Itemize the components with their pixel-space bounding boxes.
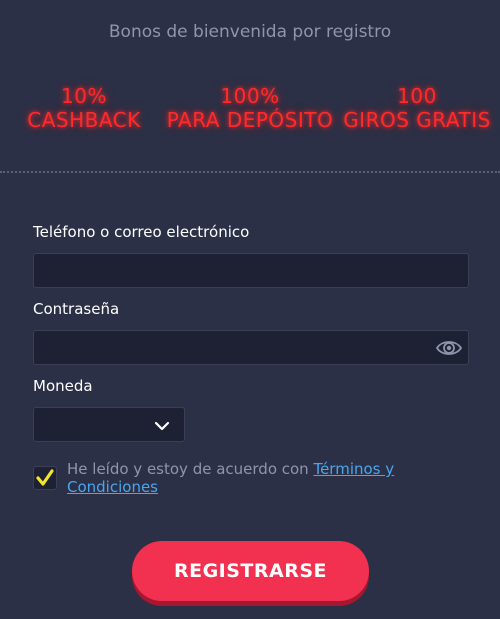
bonus-label: GIROS GRATIS	[343, 108, 491, 132]
bonus-value: 100%	[220, 84, 280, 108]
bonus-value: 100	[397, 84, 437, 108]
bonus-value: 10%	[61, 84, 107, 108]
page-title: Bonos de bienvenida por registro	[108, 22, 392, 42]
contact-field-label: Teléfono o correo electrónico	[33, 223, 250, 241]
section-divider	[0, 171, 500, 173]
bonus-deposit: 100% PARA DEPÓSITO	[162, 84, 338, 132]
chevron-down-icon	[154, 418, 170, 432]
registration-page: Bonos de bienvenida por registro 10% CAS…	[0, 0, 500, 619]
password-field-label: Contraseña	[33, 300, 120, 318]
register-button[interactable]: REGISTRARSE	[132, 541, 369, 601]
currency-select[interactable]	[33, 407, 185, 442]
terms-prefix: He leído y estoy de acuerdo con	[67, 460, 314, 478]
bonus-label: PARA DEPÓSITO	[166, 108, 334, 132]
password-input[interactable]	[33, 330, 469, 365]
terms-text: He leído y estoy de acuerdo con Términos…	[67, 460, 477, 496]
bonus-label: CASHBACK	[27, 108, 141, 132]
eye-icon[interactable]	[435, 338, 463, 358]
bonus-cashback: 10% CASHBACK	[24, 84, 144, 132]
bonus-free-spins: 100 GIROS GRATIS	[342, 84, 492, 132]
checkmark-icon	[36, 469, 54, 486]
currency-field-label: Moneda	[33, 377, 93, 395]
contact-input[interactable]	[33, 253, 469, 288]
terms-checkbox[interactable]	[33, 466, 57, 490]
